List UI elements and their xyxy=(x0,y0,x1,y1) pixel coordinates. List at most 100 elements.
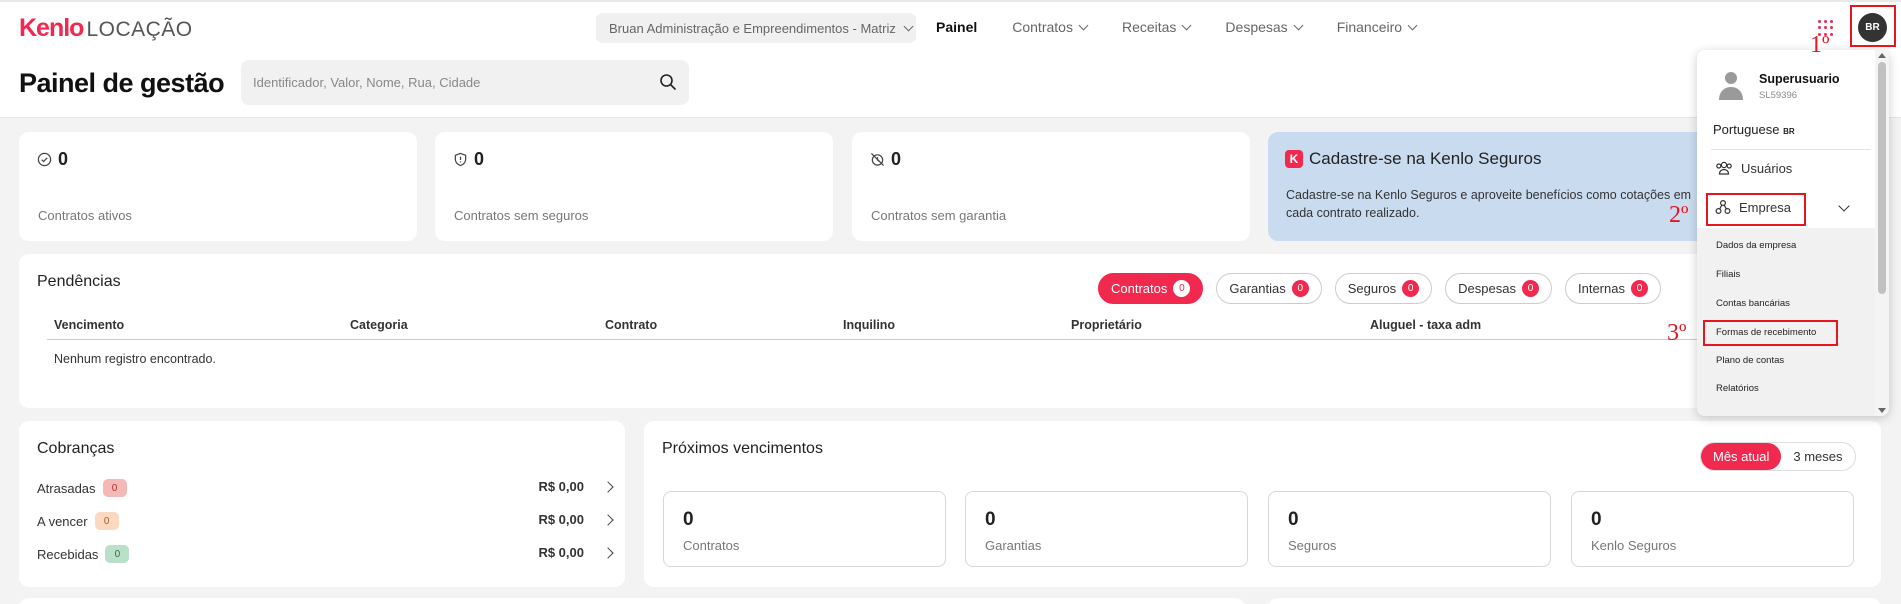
submenu-contas-bancarias[interactable]: Contas bancárias xyxy=(1716,298,1790,309)
row-label-group: A vencer 0 xyxy=(37,512,119,530)
submenu-dados-da-empresa[interactable]: Dados da empresa xyxy=(1716,240,1796,251)
chevron-right-icon[interactable] xyxy=(602,514,614,526)
card-value: 0 xyxy=(1591,509,1602,530)
row-label: Atrasadas xyxy=(37,480,96,496)
count-badge: 0 xyxy=(102,479,127,497)
col-vencimento[interactable]: Vencimento xyxy=(54,318,124,332)
kenlo-seguros-promo[interactable]: K Cadastre-se na Kenlo Seguros Cadastre-… xyxy=(1268,132,1708,241)
scroll-down-arrow-icon[interactable] xyxy=(1878,408,1886,413)
pendencias-title: Pendências xyxy=(37,273,121,290)
language-label: Portuguese xyxy=(1713,122,1780,137)
card-value: 0 xyxy=(683,509,694,530)
nav-painel[interactable]: Painel xyxy=(936,19,977,35)
nav-receitas[interactable]: Receitas xyxy=(1122,19,1192,35)
chip-internas[interactable]: Internas 0 xyxy=(1564,273,1661,304)
row-label: Recebidas xyxy=(37,546,99,562)
page-title: Painel de gestão xyxy=(19,68,225,98)
company-selector[interactable]: Bruan Administração e Empreendimentos - … xyxy=(596,13,916,43)
row-label-group: Atrasadas 0 xyxy=(37,479,127,497)
toggle-3-meses[interactable]: 3 meses xyxy=(1781,443,1854,470)
card-label: Seguros xyxy=(1288,538,1337,553)
chevron-right-icon[interactable] xyxy=(602,481,614,493)
row-value: R$ 0,00 xyxy=(538,479,584,494)
chip-count: 0 xyxy=(1291,280,1309,297)
chip-count: 0 xyxy=(1630,280,1648,297)
menu-scrollbar[interactable] xyxy=(1875,50,1889,416)
chevron-down-icon[interactable] xyxy=(1838,200,1850,212)
card-value: 0 xyxy=(985,509,996,530)
stat-label: Contratos ativos xyxy=(38,208,132,223)
vencimento-card-seguros[interactable]: 0 Seguros xyxy=(1268,491,1551,567)
stat-value-row: 0 xyxy=(453,149,484,170)
count-badge: 0 xyxy=(105,545,130,563)
empty-message: Nenhum registro encontrado. xyxy=(54,352,216,366)
promo-title: Cadastre-se na Kenlo Seguros xyxy=(1309,149,1542,168)
main-nav: Painel Contratos Receitas Despesas Finan… xyxy=(936,19,1451,35)
cobrancas-title: Cobranças xyxy=(37,440,115,457)
annotation-box-formas xyxy=(1703,320,1838,346)
col-proprietario[interactable]: Proprietário xyxy=(1071,318,1142,332)
cobranca-row-atrasadas[interactable]: Atrasadas 0 R$ 0,00 xyxy=(37,476,620,498)
kenlo-logo[interactable]: Kenlo LOCAÇÃO xyxy=(19,14,193,43)
chip-count: 0 xyxy=(1402,280,1420,297)
chip-count: 0 xyxy=(1173,280,1191,297)
chip-label: Internas xyxy=(1577,281,1625,296)
search-input[interactable] xyxy=(253,60,643,105)
submenu-relatorios[interactable]: Relatórios xyxy=(1716,383,1759,394)
cobranca-row-recebidas[interactable]: Recebidas 0 R$ 0,00 xyxy=(37,542,620,564)
stat-card-contratos-ativos[interactable]: 0 Contratos ativos xyxy=(19,132,417,241)
chevron-right-icon[interactable] xyxy=(602,547,614,559)
language-selector[interactable]: Portuguese BR xyxy=(1713,122,1795,137)
col-aluguel[interactable]: Aluguel - taxa adm xyxy=(1370,318,1481,332)
chip-contratos[interactable]: Contratos 0 xyxy=(1098,273,1204,304)
row-value: R$ 0,00 xyxy=(538,512,584,527)
stat-value: 0 xyxy=(891,149,902,169)
users-icon xyxy=(1716,161,1732,175)
pendencias-filter-chips: Contratos 0 Garantias 0 Seguros 0 Despesas 0… xyxy=(1098,273,1661,304)
user-code: SL59396 xyxy=(1759,90,1798,101)
scrollbar-thumb[interactable] xyxy=(1878,62,1886,294)
annotation-step-1: 1º xyxy=(1810,32,1830,58)
promo-title-row: K Cadastre-se na Kenlo Seguros xyxy=(1285,149,1541,169)
nav-despesas[interactable]: Despesas xyxy=(1225,19,1304,35)
logo-suffix: LOCAÇÃO xyxy=(86,18,193,41)
menu-item-usuarios[interactable]: Usuários xyxy=(1715,160,1792,176)
count-badge: 0 xyxy=(94,512,119,530)
search-icon[interactable] xyxy=(659,73,677,91)
shield-icon xyxy=(454,152,467,167)
stat-card-sem-seguros[interactable]: 0 Contratos sem seguros xyxy=(435,132,833,241)
chip-garantias[interactable]: Garantias 0 xyxy=(1216,273,1322,304)
chip-seguros[interactable]: Seguros 0 xyxy=(1334,273,1433,304)
chevron-down-icon xyxy=(1181,20,1192,30)
annotation-step-2: 2º xyxy=(1669,202,1689,228)
user-name: Superusuario xyxy=(1759,72,1840,86)
proximos-vencimentos-panel: Próximos vencimentos Mês atual 3 meses 0… xyxy=(644,421,1881,587)
chevron-down-icon xyxy=(1407,20,1418,30)
row-value: R$ 0,00 xyxy=(538,545,584,560)
chevron-down-icon xyxy=(903,21,914,31)
cobrancas-panel: Cobranças Atrasadas 0 R$ 0,00 A vencer 0 R… xyxy=(19,421,625,587)
col-contrato[interactable]: Contrato xyxy=(605,318,657,332)
page-header: Painel de gestão xyxy=(0,52,1901,118)
vencimento-card-contratos[interactable]: 0 Contratos xyxy=(663,491,946,567)
row-label: A vencer xyxy=(37,513,88,529)
col-categoria[interactable]: Categoria xyxy=(350,318,408,332)
scroll-up-arrow-icon[interactable] xyxy=(1878,53,1886,58)
period-toggle: Mês atual 3 meses xyxy=(1700,442,1856,471)
vencimento-card-garantias[interactable]: 0 Garantias xyxy=(965,491,1248,567)
vencimento-card-kenlo-seguros[interactable]: 0 Kenlo Seguros xyxy=(1571,491,1854,567)
submenu-filiais[interactable]: Filiais xyxy=(1716,269,1740,280)
nav-financeiro[interactable]: Financeiro xyxy=(1336,19,1418,35)
cobranca-row-a-vencer[interactable]: A vencer 0 R$ 0,00 xyxy=(37,509,620,531)
bottom-panel-right xyxy=(1268,598,1881,604)
stat-label: Contratos sem garantia xyxy=(871,208,1007,223)
stat-card-sem-garantia[interactable]: 0 Contratos sem garantia xyxy=(852,132,1250,241)
col-inquilino[interactable]: Inquilino xyxy=(843,318,895,332)
toggle-mes-atual[interactable]: Mês atual xyxy=(1701,443,1782,470)
nav-contratos[interactable]: Contratos xyxy=(1012,19,1089,35)
stat-value: 0 xyxy=(58,149,69,169)
submenu-plano-de-contas[interactable]: Plano de contas xyxy=(1716,355,1784,366)
nav-label: Financeiro xyxy=(1336,19,1403,35)
chip-despesas[interactable]: Despesas 0 xyxy=(1445,273,1552,304)
chevron-down-icon xyxy=(1078,20,1089,30)
